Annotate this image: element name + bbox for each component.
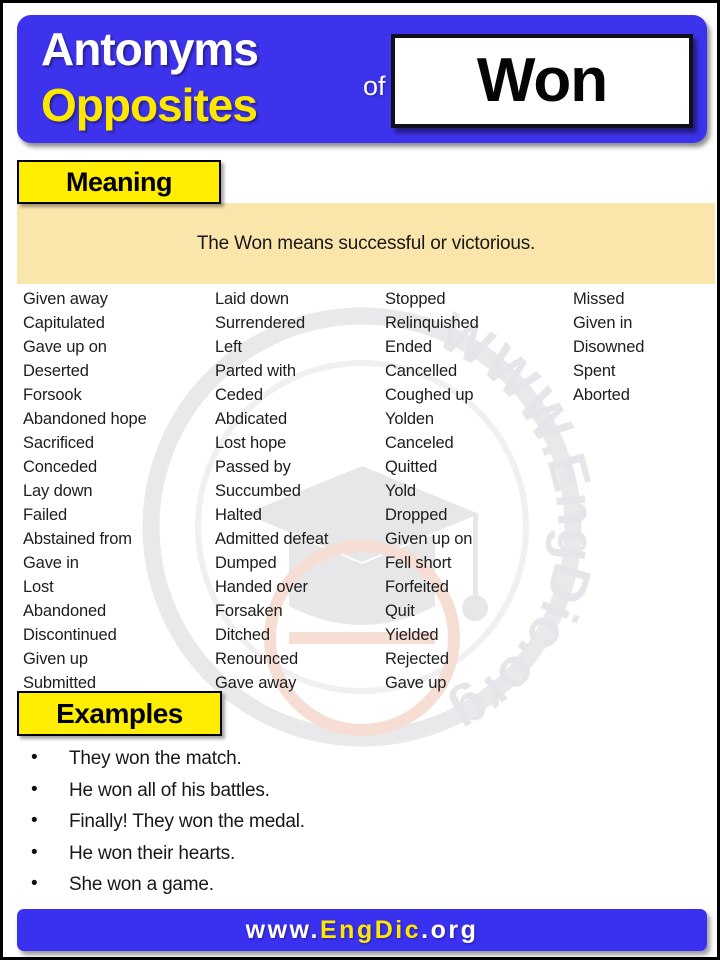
antonyms-column-4: Missed Given in Disowned Spent Aborted bbox=[573, 287, 644, 407]
antonym-word: Halted bbox=[215, 506, 262, 524]
antonym-word: Given up on bbox=[385, 530, 473, 548]
antonym-word: Succumbed bbox=[215, 482, 301, 500]
antonym-word: Gave up bbox=[385, 674, 447, 692]
antonym-word: Forfeited bbox=[385, 578, 449, 596]
antonym-word: Conceded bbox=[23, 458, 98, 476]
title-opposites: Opposites bbox=[41, 79, 258, 131]
antonym-word: Disowned bbox=[573, 338, 645, 356]
poster-title: Antonyms Opposites bbox=[41, 21, 361, 133]
meaning-band: The Won means successful or victorious. bbox=[17, 203, 715, 284]
antonym-word: Ended bbox=[385, 338, 432, 356]
antonyms-column-3: Stopped Relinquished Ended Cancelled Coughed… bbox=[385, 287, 479, 695]
antonym-word: Dumped bbox=[215, 554, 277, 572]
antonym-word: Deserted bbox=[23, 362, 89, 380]
antonym-word: Given away bbox=[23, 290, 108, 308]
antonym-word: Lost bbox=[23, 578, 54, 596]
antonym-word: Abandoned hope bbox=[23, 410, 147, 428]
meaning-label: Meaning bbox=[65, 166, 173, 197]
antonym-word: Failed bbox=[23, 506, 68, 524]
footer-tld: .org bbox=[421, 915, 479, 944]
antonym-word: Dropped bbox=[385, 506, 448, 524]
antonym-word: Ditched bbox=[215, 626, 270, 644]
poster-page: WWW.EngDic.org Antonyms Opposites of Won… bbox=[0, 0, 720, 960]
antonym-word: Quit bbox=[385, 602, 415, 620]
antonym-word: Parted with bbox=[215, 362, 296, 380]
examples-label: Examples bbox=[56, 697, 183, 729]
antonym-word: Surrendered bbox=[215, 314, 306, 332]
antonyms-columns: Given away Capitulated Gave up on Deserted F… bbox=[3, 287, 717, 692]
antonym-word: Admitted defeat bbox=[215, 530, 329, 548]
example-sentence: He won their hearts. bbox=[31, 837, 591, 870]
antonym-word: Canceled bbox=[385, 434, 454, 452]
antonym-word: Gave up on bbox=[23, 338, 107, 356]
footer-www: www. bbox=[245, 915, 320, 944]
example-sentence: He won all of his battles. bbox=[31, 774, 591, 807]
antonym-word: Cancelled bbox=[385, 362, 458, 380]
examples-list: They won the match.He won all of his bat… bbox=[31, 742, 591, 901]
example-sentence: She won a game. bbox=[31, 868, 591, 901]
antonym-word: Sacrificed bbox=[23, 434, 94, 452]
antonym-word: Missed bbox=[573, 290, 625, 308]
antonym-word: Yielded bbox=[385, 626, 439, 644]
headword-box: Won bbox=[391, 34, 693, 128]
antonym-word: Lost hope bbox=[215, 434, 287, 452]
antonyms-column-1: Given away Capitulated Gave up on Deserted F… bbox=[23, 287, 147, 695]
antonym-word: Lay down bbox=[23, 482, 93, 500]
antonym-word: Laid down bbox=[215, 290, 289, 308]
antonym-word: Yolden bbox=[385, 410, 434, 428]
antonym-word: Rejected bbox=[385, 650, 449, 668]
antonym-word: Forsook bbox=[23, 386, 82, 404]
antonym-word: Abandoned bbox=[23, 602, 107, 620]
antonym-word: Forsaken bbox=[215, 602, 283, 620]
antonym-word: Coughed up bbox=[385, 386, 474, 404]
examples-label-tag: Examples bbox=[17, 691, 222, 736]
footer-bar[interactable]: www. EngDic .org bbox=[17, 909, 707, 951]
antonym-word: Ceded bbox=[215, 386, 263, 404]
antonym-word: Spent bbox=[573, 362, 616, 380]
antonym-word: Passed by bbox=[215, 458, 291, 476]
antonym-word: Left bbox=[215, 338, 242, 356]
antonym-word: Given in bbox=[573, 314, 633, 332]
antonym-word: Quitted bbox=[385, 458, 438, 476]
antonym-word: Gave in bbox=[23, 554, 79, 572]
footer-brand: EngDic bbox=[320, 915, 422, 944]
meaning-text: The Won means successful or victorious. bbox=[196, 232, 536, 254]
antonym-word: Capitulated bbox=[23, 314, 105, 332]
example-sentence: They won the match. bbox=[31, 742, 591, 775]
antonym-word: Abstained from bbox=[23, 530, 132, 548]
antonym-word: Gave away bbox=[215, 674, 297, 692]
antonym-word: Aborted bbox=[573, 386, 630, 404]
antonym-word: Stopped bbox=[385, 290, 446, 308]
antonyms-column-2: Laid down Surrendered Left Parted with Ceded… bbox=[215, 287, 328, 695]
antonym-word: Fell short bbox=[385, 554, 452, 572]
antonym-word: Yold bbox=[385, 482, 416, 500]
title-antonyms: Antonyms bbox=[41, 23, 259, 75]
antonym-word: Discontinued bbox=[23, 626, 117, 644]
antonym-word: Handed over bbox=[215, 578, 308, 596]
meaning-label-tag: Meaning bbox=[17, 160, 221, 204]
headword: Won bbox=[476, 46, 608, 115]
antonym-word: Abdicated bbox=[215, 410, 288, 428]
antonym-word: Given up bbox=[23, 650, 88, 668]
antonym-word: Relinquished bbox=[385, 314, 479, 332]
title-connector: of bbox=[363, 71, 386, 101]
example-sentence: Finally! They won the medal. bbox=[31, 805, 591, 838]
antonym-word: Renounced bbox=[215, 650, 299, 668]
header-banner: Antonyms Opposites of Won bbox=[17, 15, 707, 143]
